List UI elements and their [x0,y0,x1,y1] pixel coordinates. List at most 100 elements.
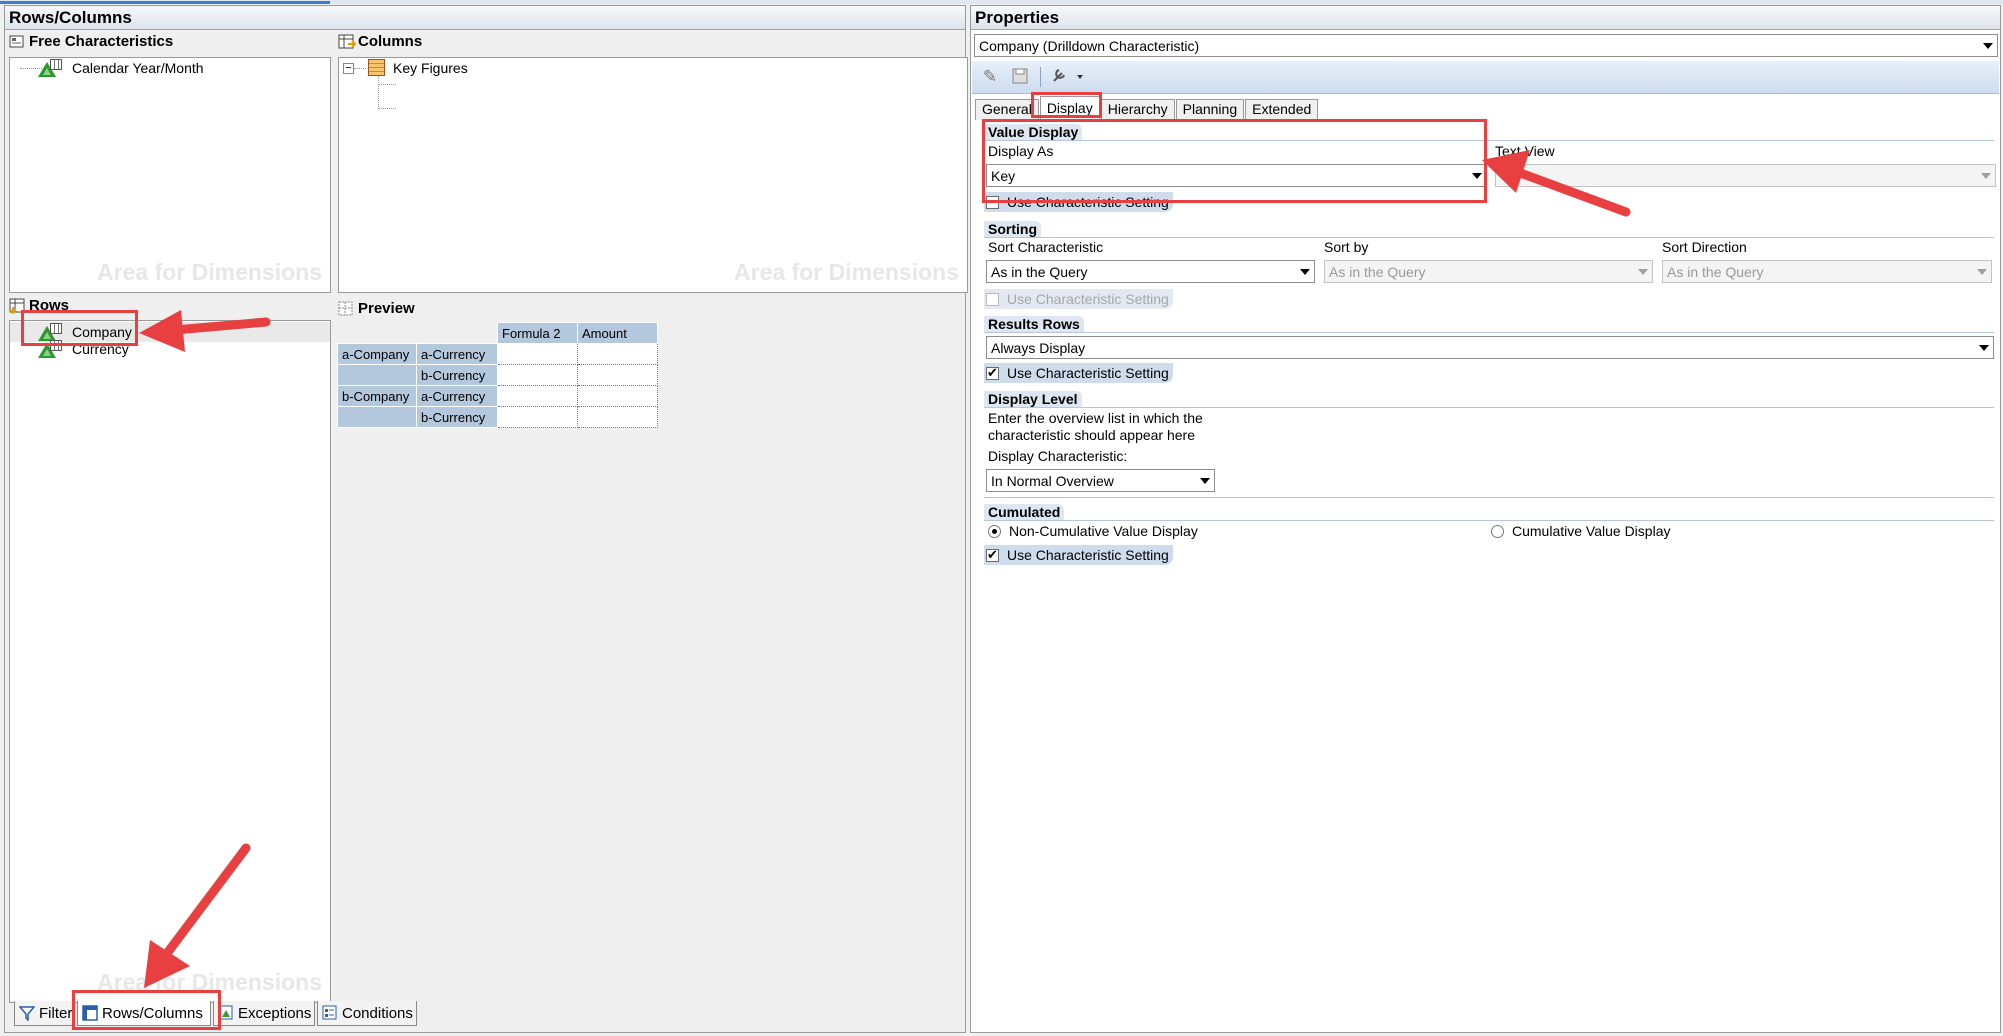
preview-row-header: b-Currency [416,406,498,428]
chevron-down-icon[interactable] [1296,261,1314,282]
preview-row-header: a-Currency [416,385,498,407]
tab-extended[interactable]: Extended [1245,99,1319,120]
chevron-down-icon[interactable] [1975,337,1993,358]
tab-planning[interactable]: Planning [1175,99,1245,120]
cumulative-radio[interactable]: Cumulative Value Display [1491,523,1670,539]
group-divider [984,140,1994,141]
properties-tabs: General Display Hierarchy Planning Exten… [975,96,1319,120]
rows-columns-header: Rows/Columns [5,6,965,30]
preview-col-header: Formula 2 [497,322,578,344]
group-divider [984,520,1994,521]
sort-characteristic-label: Sort Characteristic [988,239,1104,255]
window-top-strip [0,0,2003,4]
area-watermark: Area for Dimensions [97,969,322,995]
rows-columns-pane: Rows/Columns Free Characteristics Calend… [4,5,968,1033]
rows-title: Rows [9,297,69,314]
preview-row-header: b-Company [337,385,417,407]
preview-table: Formula 2 Amount a-Company a-Currency b-… [337,322,658,428]
display-level-desc-2: characteristic should appear here [988,427,1196,443]
display-level-desc-1: Enter the overview list in which the [988,410,1203,426]
group-divider [984,407,1994,408]
collapse-icon[interactable]: − [343,63,354,74]
save-icon[interactable] [1010,67,1030,87]
tree-item-company[interactable]: Company [38,323,132,341]
chevron-down-icon[interactable] [1973,261,1991,282]
conditions-icon [322,1005,338,1021]
characteristic-icon [38,323,66,341]
radio-button[interactable] [988,524,1001,538]
chevron-down-icon[interactable] [1196,470,1214,491]
columns-icon [338,34,358,50]
sorting-use-char-setting[interactable]: Use Characteristic Setting [984,289,1173,309]
display-level-title: Display Level [984,391,1082,408]
text-view-select[interactable] [1495,164,1996,187]
checkbox[interactable] [986,365,999,381]
preview-col-header: Amount [577,322,658,344]
checkbox[interactable] [986,195,999,209]
results-rows-select[interactable]: Always Display [986,336,1994,359]
chevron-down-icon[interactable] [1977,165,1995,186]
toolbar-separator [1040,67,1041,87]
characteristic-icon [38,59,66,77]
preview-row-header: a-Currency [416,343,498,365]
free-characteristics-area[interactable]: Calendar Year/Month Area for Dimensions [9,57,331,293]
non-cumulative-radio[interactable]: Non-Cumulative Value Display [988,523,1198,539]
preview-row-header: a-Company [337,343,417,365]
columns-title: Columns [338,33,422,50]
columns-area[interactable]: − Key Figures Area for Dimensions [338,57,968,293]
checkbox[interactable] [986,292,999,306]
exceptions-icon [218,1005,234,1021]
preview-title: Preview [338,300,415,317]
object-select[interactable]: Company (Drilldown Characteristic) [974,34,1998,57]
checkbox[interactable] [986,547,999,563]
chevron-down-icon[interactable] [1979,35,1997,56]
free-characteristics-title: Free Characteristics [9,33,173,50]
tree-item-key-figures[interactable]: Key Figures [368,59,468,76]
filter-icon [18,1005,36,1022]
tab-conditions[interactable]: Conditions [317,1001,417,1026]
rows-area[interactable]: Company Currency Area for Dimensions [9,320,331,1003]
sort-by-label: Sort by [1324,239,1369,255]
edit-icon[interactable]: ✎ [980,67,1000,87]
display-characteristic-label: Display Characteristic: [988,448,1128,464]
properties-header: Properties [971,6,2000,30]
rows-icon [9,298,25,314]
tab-filter[interactable]: Filter [14,1001,75,1026]
tree-item-currency[interactable]: Currency [38,340,129,358]
value-display-title: Value Display [984,124,1083,141]
cumulated-title: Cumulated [984,504,1065,521]
preview-row-header [337,364,417,386]
characteristic-icon [38,340,66,358]
tab-hierarchy[interactable]: Hierarchy [1100,99,1175,120]
chevron-down-icon[interactable] [1468,165,1486,186]
preview-row-header: b-Currency [416,364,498,386]
tab-rows-columns[interactable]: Rows/Columns [77,1001,211,1026]
key-figures-icon [368,59,385,76]
sort-by-select[interactable]: As in the Query [1324,260,1653,283]
bottom-tab-bar: Filter Rows/Columns Exceptions Condition… [14,1001,419,1026]
display-as-label: Display As [988,143,1054,159]
sort-characteristic-select[interactable]: As in the Query [986,260,1315,283]
tree-item-calendar-year-month[interactable]: Calendar Year/Month [38,59,204,77]
value-display-use-char-setting[interactable]: Use Characteristic Setting [984,192,1173,212]
chevron-down-icon[interactable] [1634,261,1652,282]
results-rows-use-char-setting[interactable]: Use Characteristic Setting [984,363,1173,383]
preview-row-header [337,406,417,428]
tools-icon[interactable] [1051,67,1085,87]
preview-icon [338,301,354,317]
tab-general[interactable]: General [975,99,1039,120]
tab-display[interactable]: Display [1039,96,1100,120]
active-indicator [0,1,330,4]
cumulated-use-char-setting[interactable]: Use Characteristic Setting [984,545,1173,565]
tab-exceptions[interactable]: Exceptions [213,1001,315,1026]
group-divider [984,237,1994,238]
sorting-title: Sorting [984,221,1041,238]
area-watermark: Area for Dimensions [97,259,322,285]
sort-direction-select[interactable]: As in the Query [1662,260,1992,283]
group-divider [984,332,1994,333]
radio-button[interactable] [1491,524,1504,538]
display-as-select[interactable]: Key [986,164,1487,187]
display-characteristic-select[interactable]: In Normal Overview [986,469,1215,492]
text-view-label: Text View [1495,143,1555,159]
area-watermark: Area for Dimensions [734,259,959,285]
